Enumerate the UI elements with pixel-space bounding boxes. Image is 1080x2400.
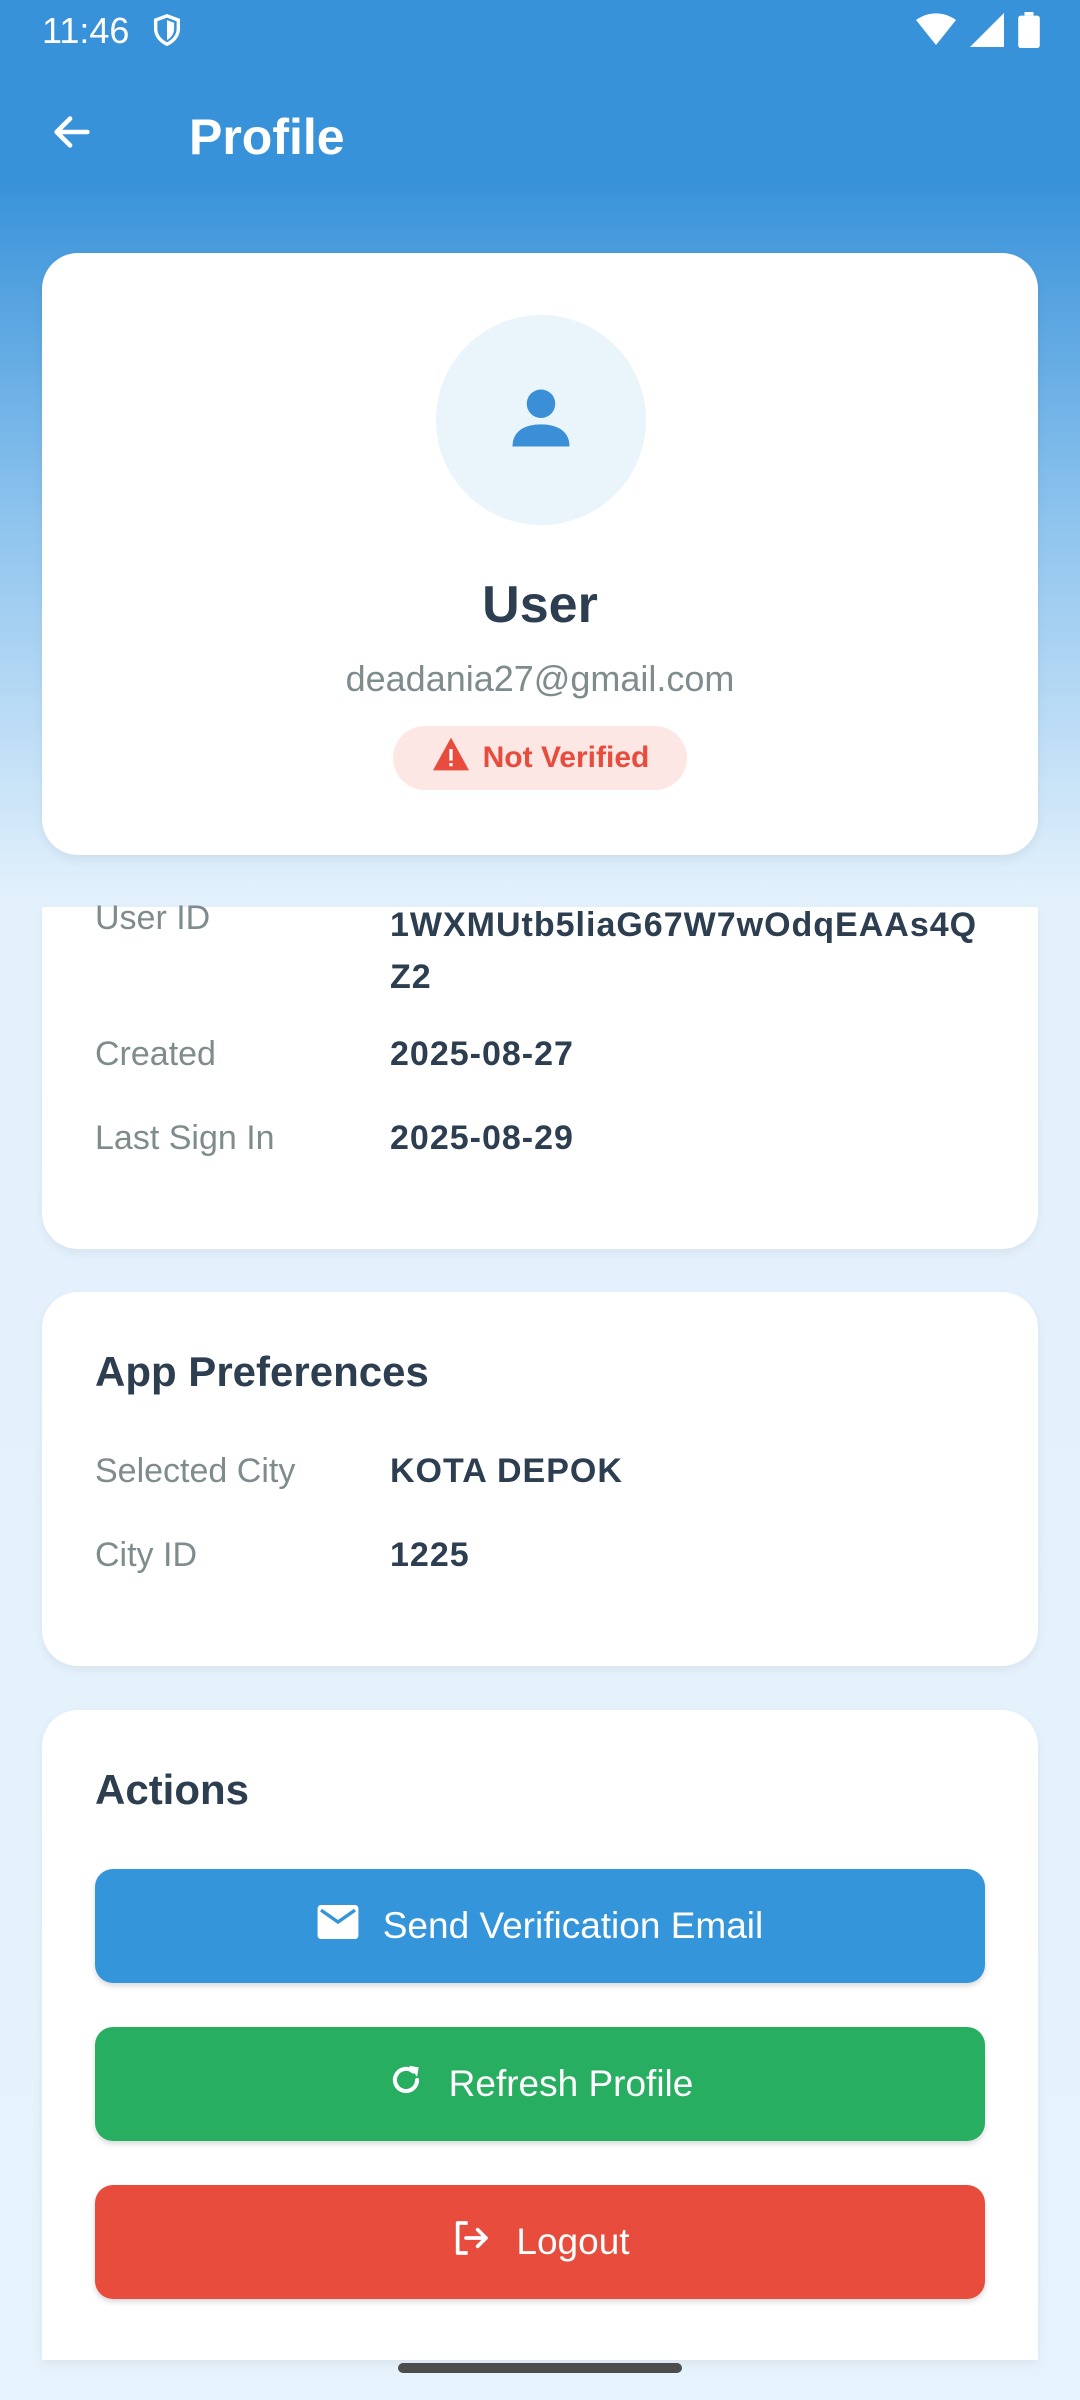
app-bar: Profile [0,62,1080,212]
info-label: Created [95,1035,216,1073]
button-label: Logout [516,2221,630,2262]
page-title: Profile [189,109,345,165]
warning-icon [431,736,471,780]
section-title: App Preferences [95,1348,429,1395]
actions-card: Actions Send Verification Email Refresh … [42,1710,1038,2360]
section-title: Actions [95,1766,250,1813]
battery-icon [1018,12,1040,57]
info-value: 1WXMUtb5liaG67W7wOdqEAAs4QZ2 [390,906,978,996]
wifi-icon [916,13,956,56]
pref-label: Selected City [95,1452,296,1490]
pref-label: City ID [95,1536,197,1574]
button-label: Refresh Profile [448,2063,694,2104]
info-value: 2025-08-27 [390,1035,574,1073]
refresh-profile-button[interactable]: Refresh Profile [95,2027,985,2141]
pref-value: KOTA DEPOK [390,1452,623,1490]
person-icon [503,380,579,461]
pref-value: 1225 [390,1536,470,1574]
info-label: Last Sign In [95,1119,275,1157]
logout-icon [450,2218,492,2267]
status-bar: 11:46 [0,0,1080,62]
logout-button[interactable]: Logout [95,2185,985,2299]
mail-icon [317,1904,359,1948]
status-icons [916,12,1040,57]
avatar [436,315,646,525]
user-name: User [482,576,598,634]
app-preferences-card: App Preferences Selected City KOTA DEPOK… [42,1292,1038,1666]
button-label: Send Verification Email [382,1905,764,1946]
profile-card: User deadania27@gmail.com Not Verified [42,253,1038,855]
info-value: 2025-08-29 [390,1119,574,1157]
send-verification-email-button[interactable]: Send Verification Email [95,1869,985,1983]
status-time: 11:46 [42,10,130,51]
back-button[interactable] [40,102,104,166]
arrow-left-icon [49,109,95,160]
verification-status-badge: Not Verified [393,726,687,790]
user-email: deadania27@gmail.com [345,658,735,699]
badge-label: Not Verified [482,741,650,774]
account-info-card: User ID 1WXMUtb5liaG67W7wOdqEAAs4QZ2 Cre… [42,899,1038,1249]
shield-icon [150,12,184,48]
signal-icon [970,13,1004,56]
home-indicator[interactable] [398,2363,682,2373]
info-label: User ID [95,899,211,937]
refresh-icon [387,2061,425,2108]
